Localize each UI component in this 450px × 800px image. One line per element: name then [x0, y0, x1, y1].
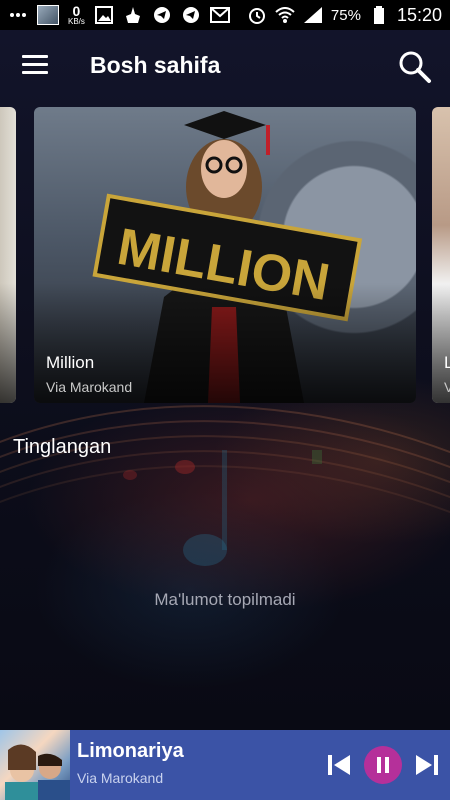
clock: 15:20 — [396, 4, 442, 25]
player-album-thumbnail[interactable] — [0, 730, 70, 800]
menu-button[interactable] — [22, 55, 48, 75]
previous-track-button[interactable] — [326, 752, 352, 778]
pause-button[interactable] — [364, 746, 402, 784]
player-track-title: Limonariya — [77, 740, 184, 762]
skip-next-icon — [416, 755, 438, 775]
thumbnail-art — [5, 744, 70, 800]
skip-previous-icon — [328, 755, 350, 775]
section-title-recent: Tinglangan — [13, 436, 112, 458]
card-title: L — [444, 353, 450, 372]
player-track-artist: Via Marokand — [77, 770, 164, 786]
menu-icon — [22, 55, 48, 58]
empty-state-message: Ma'lumot topilmadi — [154, 590, 296, 609]
status-bar: 0 KB/s 75% 15:20 — [0, 0, 450, 30]
search-icon — [399, 51, 431, 83]
cleaner-icon — [123, 5, 143, 25]
page-title: Bosh sahifa — [90, 52, 221, 78]
battery-percent: 75% — [330, 6, 361, 24]
signal-icon — [303, 5, 323, 25]
featured-carousel[interactable]: MILLION Million Via Marokand L V — [0, 107, 450, 404]
telegram-icon — [152, 5, 172, 25]
card-artist: Via Marokand — [46, 379, 133, 395]
card-artist: V — [444, 379, 450, 395]
carousel-card-previous[interactable] — [0, 107, 16, 403]
battery-icon — [369, 5, 389, 25]
wifi-icon — [275, 5, 295, 25]
mail-icon — [209, 5, 230, 25]
image-icon — [94, 5, 114, 25]
carousel-card-next[interactable]: L V — [432, 107, 450, 403]
app-bar: Bosh sahifa — [0, 30, 450, 102]
network-speed-unit: KB/s — [68, 17, 85, 26]
next-track-button[interactable] — [414, 752, 440, 778]
alarm-icon — [247, 5, 267, 25]
card-shade — [0, 283, 16, 403]
network-speed-value: 0 — [72, 3, 81, 19]
search-button[interactable] — [398, 50, 432, 84]
user-thumbnail — [37, 5, 59, 25]
more-icon — [8, 5, 28, 25]
pause-icon — [364, 746, 402, 784]
network-speed: 0 KB/s — [68, 4, 85, 26]
carousel-card-million[interactable]: MILLION Million Via Marokand — [34, 107, 416, 403]
player-track-info[interactable]: Limonariya Via Marokand — [77, 740, 184, 786]
card-title: Million — [46, 353, 95, 372]
telegram-icon — [181, 5, 201, 25]
